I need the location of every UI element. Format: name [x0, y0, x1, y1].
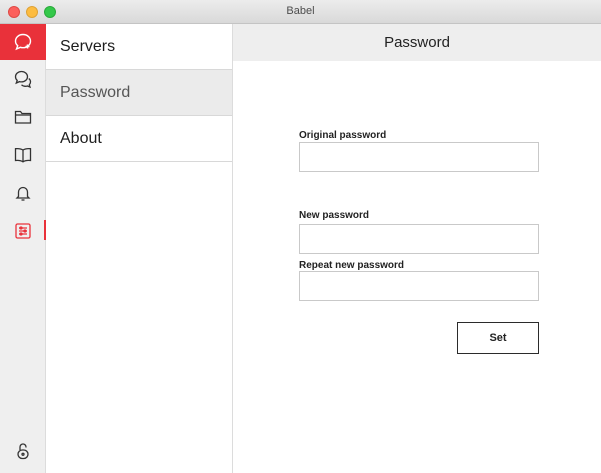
files-button[interactable] [0, 100, 46, 134]
library-button[interactable] [0, 138, 46, 172]
lock-button[interactable] [0, 434, 46, 468]
settings-menu: Servers Password About [46, 24, 233, 473]
repeat-password-field[interactable] [299, 271, 539, 301]
menu-item-password[interactable]: Password [46, 70, 232, 116]
menu-item-servers[interactable]: Servers [46, 24, 232, 70]
settings-icon [13, 221, 33, 241]
chats-icon [13, 69, 33, 89]
panel-header: Password [233, 24, 601, 61]
unlock-icon [13, 441, 33, 461]
original-password-label: Original password [299, 130, 387, 141]
window-title: Babel [286, 5, 315, 17]
bell-icon [13, 183, 33, 203]
folder-icon [13, 107, 33, 127]
new-password-label: New password [299, 210, 370, 221]
page-title: Password [384, 34, 450, 51]
set-password-button[interactable]: Set [457, 322, 539, 354]
notifications-button[interactable] [0, 176, 46, 210]
new-password-field[interactable] [299, 224, 539, 254]
chats-button[interactable] [0, 62, 46, 96]
new-chat-icon [13, 32, 33, 52]
book-icon [13, 145, 33, 165]
repeat-password-label: Repeat new password [299, 260, 405, 271]
main-panel: Password Original password New password … [233, 24, 601, 473]
new-chat-button[interactable] [0, 24, 46, 60]
original-password-field[interactable] [299, 142, 539, 172]
menu-item-about[interactable]: About [46, 116, 232, 162]
title-bar: Babel [0, 0, 601, 24]
settings-button[interactable] [0, 214, 46, 248]
icon-sidebar [0, 24, 46, 473]
